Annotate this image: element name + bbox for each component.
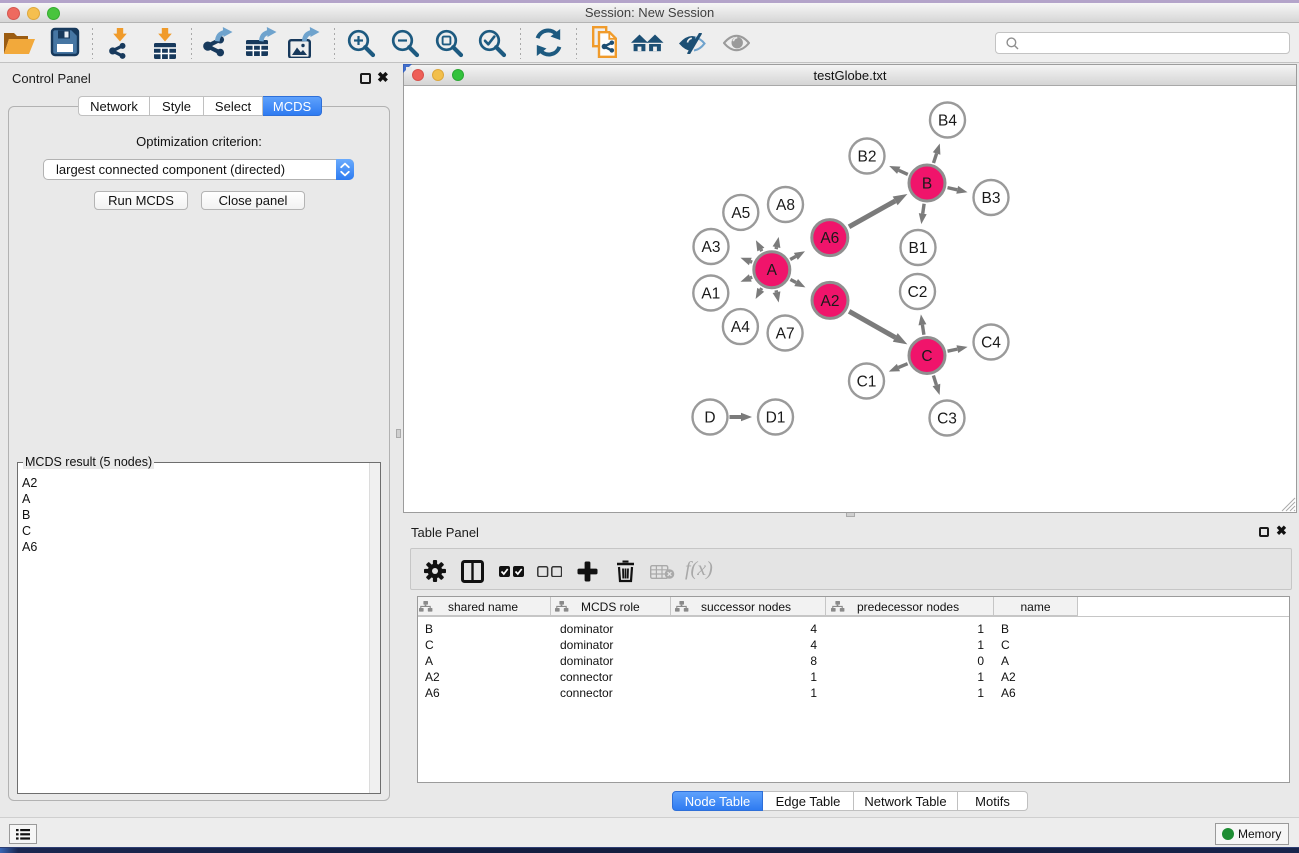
svg-text:C4: C4: [981, 335, 1001, 352]
svg-text:A5: A5: [731, 205, 750, 222]
svg-text:A6: A6: [820, 230, 839, 247]
svg-text:B: B: [922, 176, 932, 193]
svg-text:A8: A8: [776, 197, 795, 214]
svg-text:B4: B4: [938, 113, 957, 130]
svg-text:D1: D1: [766, 410, 786, 427]
svg-text:A: A: [767, 262, 778, 279]
svg-text:B2: B2: [858, 149, 877, 166]
svg-text:A7: A7: [776, 326, 795, 343]
svg-text:C3: C3: [937, 411, 957, 428]
svg-text:B3: B3: [982, 190, 1001, 207]
svg-text:C2: C2: [908, 284, 928, 301]
svg-text:A2: A2: [821, 293, 840, 310]
svg-text:C: C: [921, 348, 932, 365]
svg-text:C1: C1: [857, 374, 877, 391]
svg-text:B1: B1: [909, 240, 928, 257]
svg-text:D: D: [704, 410, 715, 427]
svg-text:A4: A4: [731, 319, 750, 336]
svg-text:A1: A1: [701, 286, 720, 303]
svg-text:A3: A3: [702, 239, 721, 256]
